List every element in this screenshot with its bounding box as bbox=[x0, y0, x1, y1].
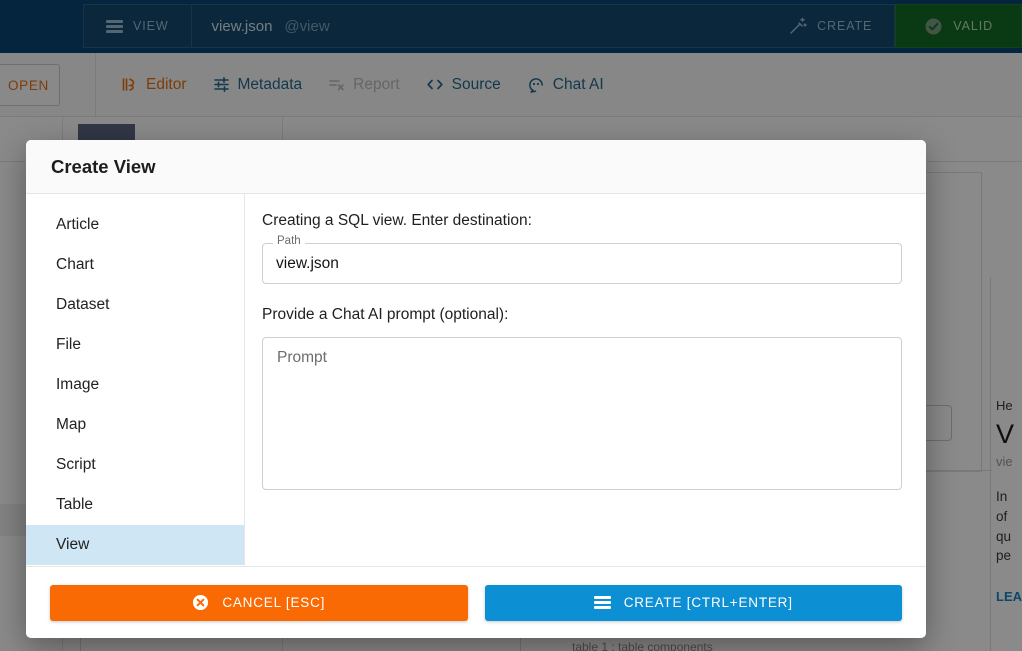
type-item-view[interactable]: View bbox=[26, 525, 244, 565]
app-root: He V vie In of qu pe LEA table 1 : table… bbox=[0, 0, 1022, 651]
create-button[interactable]: CREATE [CTRL+ENTER] bbox=[484, 584, 902, 621]
create-bars-icon bbox=[593, 594, 611, 611]
create-button-label: CREATE [CTRL+ENTER] bbox=[623, 595, 793, 610]
create-view-dialog: Create View Article Chart Dataset File I… bbox=[26, 140, 926, 638]
prompt-label: Provide a Chat AI prompt (optional): bbox=[262, 306, 509, 323]
path-input[interactable] bbox=[263, 244, 901, 283]
path-field-legend: Path bbox=[273, 235, 305, 247]
dialog-footer: CANCEL [ESC] CREATE [CTRL+ENTER] bbox=[26, 566, 926, 638]
destination-label: Creating a SQL view. Enter destination: bbox=[262, 212, 532, 229]
cancel-circle-icon bbox=[192, 594, 209, 611]
path-field-wrapper: Path bbox=[262, 235, 902, 284]
dialog-main-pane: Creating a SQL view. Enter destination: … bbox=[245, 194, 926, 566]
prompt-textarea[interactable] bbox=[262, 337, 902, 490]
type-item-map[interactable]: Map bbox=[26, 405, 244, 445]
dialog-header: Create View bbox=[26, 140, 926, 194]
type-item-file[interactable]: File bbox=[26, 325, 244, 365]
type-item-table[interactable]: Table bbox=[26, 485, 244, 525]
cancel-button[interactable]: CANCEL [ESC] bbox=[50, 584, 468, 621]
cancel-button-label: CANCEL [ESC] bbox=[222, 595, 326, 610]
dialog-type-list: Article Chart Dataset File Image Map Scr… bbox=[26, 194, 245, 566]
dialog-body: Article Chart Dataset File Image Map Scr… bbox=[26, 194, 926, 566]
type-item-image[interactable]: Image bbox=[26, 365, 244, 405]
type-item-chart[interactable]: Chart bbox=[26, 245, 244, 285]
type-item-dataset[interactable]: Dataset bbox=[26, 285, 244, 325]
dialog-title: Create View bbox=[51, 155, 156, 177]
type-item-script[interactable]: Script bbox=[26, 445, 244, 485]
type-item-article[interactable]: Article bbox=[26, 205, 244, 245]
